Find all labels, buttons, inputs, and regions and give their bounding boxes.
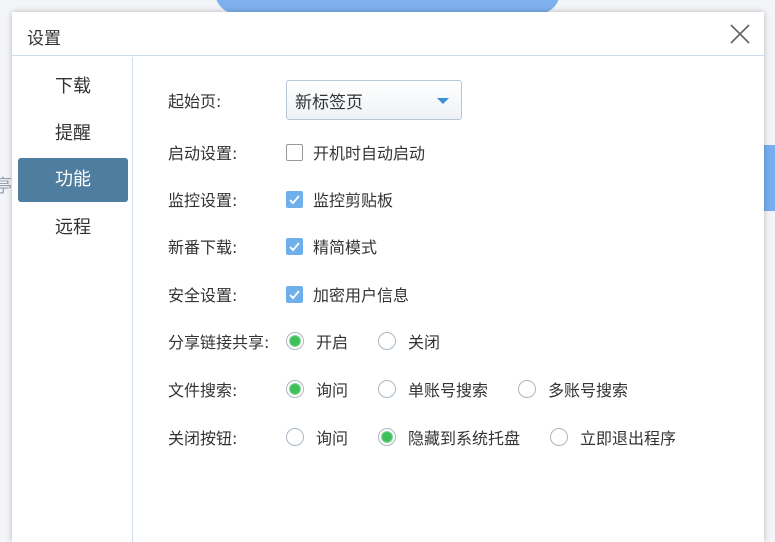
radio-icon[interactable] (550, 428, 569, 446)
share-on-radio[interactable]: 开启 (286, 329, 348, 353)
encrypt-user-info-checkbox[interactable]: 加密用户信息 (286, 282, 409, 306)
checkmark-icon[interactable] (286, 237, 303, 255)
checkmark-icon[interactable] (286, 285, 303, 303)
close-tray-radio[interactable]: 隐藏到系统托盘 (378, 425, 520, 449)
radio-icon[interactable] (286, 332, 304, 350)
radio-label: 开启 (316, 333, 349, 352)
radio-icon[interactable] (518, 380, 537, 398)
clipboard-monitor-checkbox[interactable]: 监控剪贴板 (286, 187, 393, 211)
start-page-value: 新标签页 (295, 92, 363, 113)
background-shape (764, 145, 775, 211)
sidebar-item-remote[interactable]: 远程 (18, 206, 128, 250)
share-link-label: 分享链接共享: (168, 333, 270, 352)
sidebar: 下载 提醒 功能 远程 (12, 57, 133, 542)
search-ask-radio[interactable]: 询问 (286, 377, 348, 401)
simple-mode-checkbox[interactable]: 精简模式 (286, 234, 377, 258)
new-download-label: 新番下载: (168, 238, 238, 257)
title-bar: 设置 (12, 12, 764, 56)
startup-label: 启动设置: (168, 144, 238, 163)
sidebar-item-function[interactable]: 功能 (18, 158, 128, 202)
radio-icon[interactable] (378, 428, 397, 446)
file-search-label: 文件搜索: (168, 381, 238, 400)
sidebar-item-download[interactable]: 下载 (18, 65, 128, 109)
dialog-title: 设置 (27, 29, 61, 49)
radio-label: 询问 (316, 381, 349, 400)
sidebar-item-reminder[interactable]: 提醒 (18, 112, 128, 156)
auto-start-checkbox[interactable]: 开机时自动启动 (286, 140, 425, 164)
checkbox-label: 精简模式 (313, 238, 378, 257)
share-off-radio[interactable]: 关闭 (378, 329, 440, 353)
radio-icon[interactable] (378, 332, 397, 350)
checkbox-icon[interactable] (286, 143, 303, 161)
start-page-select[interactable]: 新标签页 (286, 80, 462, 120)
checkmark-icon[interactable] (286, 190, 303, 208)
close-exit-radio[interactable]: 立即退出程序 (550, 425, 676, 449)
close-button-label: 关闭按钮: (168, 429, 238, 448)
settings-dialog: 设置 下载 提醒 功能 远程 起始页: 新标签页 启动设置: 开机时自动启动 监… (12, 12, 764, 542)
radio-icon[interactable] (378, 380, 397, 398)
radio-label: 关闭 (408, 333, 441, 352)
radio-label: 隐藏到系统托盘 (408, 429, 521, 448)
search-multi-radio[interactable]: 多账号搜索 (518, 377, 628, 401)
checkbox-label: 加密用户信息 (313, 286, 410, 305)
radio-icon[interactable] (286, 380, 304, 398)
close-ask-radio[interactable]: 询问 (286, 425, 348, 449)
radio-label: 多账号搜索 (548, 381, 629, 400)
radio-label: 单账号搜索 (408, 381, 489, 400)
radio-icon[interactable] (286, 428, 304, 446)
radio-label: 立即退出程序 (580, 429, 677, 448)
chevron-down-icon (437, 98, 449, 104)
start-page-label: 起始页: (168, 92, 222, 111)
background-text: 亭 (0, 176, 12, 197)
settings-content: 起始页: 新标签页 启动设置: 开机时自动启动 监控设置: 监控剪贴板 新番下载… (134, 57, 764, 542)
close-icon[interactable] (728, 22, 752, 46)
radio-label: 询问 (316, 429, 349, 448)
search-single-radio[interactable]: 单账号搜索 (378, 377, 488, 401)
checkbox-label: 开机时自动启动 (313, 144, 426, 163)
monitor-label: 监控设置: (168, 191, 238, 210)
checkbox-label: 监控剪贴板 (313, 191, 394, 210)
security-label: 安全设置: (168, 286, 238, 305)
